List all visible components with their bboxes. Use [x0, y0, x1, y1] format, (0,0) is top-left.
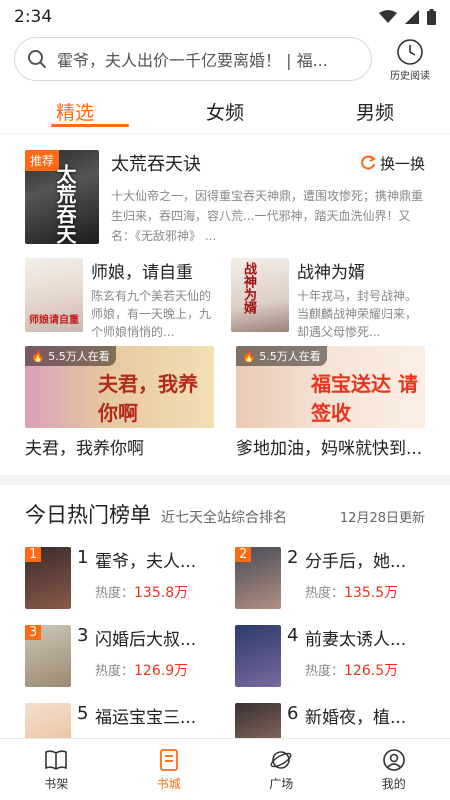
hot-list-subtitle: 近七天全站综合排名: [161, 510, 287, 526]
rank-number: 3: [77, 625, 89, 646]
nav-label: 书城: [156, 776, 181, 791]
nav-label: 我的: [381, 776, 406, 791]
book-open-icon: [45, 749, 68, 770]
status-bar: 2:34: [0, 0, 450, 34]
nav-square[interactable]: 广场: [225, 739, 338, 800]
swap-button[interactable]: 换一换: [360, 153, 425, 174]
cover-art: 师娘请自重: [29, 315, 79, 326]
hot-list-title: 今日热门榜单: [25, 503, 151, 527]
book-title: 太荒吞天诀: [111, 154, 201, 175]
tab-male[interactable]: 男频: [300, 92, 450, 125]
rank-badge: 3: [25, 625, 42, 640]
nav-mine[interactable]: 我的: [338, 739, 450, 800]
swap-label: 换一换: [379, 154, 425, 173]
book-cover: 战神为婿: [231, 258, 289, 332]
bottom-nav: 书架 书城 广场 我的: [0, 738, 450, 800]
featured-section: 推荐 太荒吞天 太荒吞天诀 换一换 十大仙帝之一，因得重宝吞天神鼎，遭围攻惨死；…: [0, 150, 450, 459]
book-description: 陈玄有九个美若天仙的师娘，有一天晚上，九个师娘悄悄的...: [91, 289, 212, 339]
book-cover: 2: [235, 547, 281, 609]
heat-line: 热度：126.5万: [305, 663, 399, 679]
search-icon: [28, 50, 47, 69]
tab-female[interactable]: 女频: [150, 92, 300, 125]
hot-list-date: 12月28日更新: [339, 511, 425, 526]
book-title: 闪婚后大叔...: [95, 630, 197, 650]
user-icon: [382, 748, 405, 771]
search-placeholder: 霍爷，夫人出价一千亿要离婚！ | 福...: [57, 51, 328, 70]
recommend-book[interactable]: 推荐 太荒吞天 太荒吞天诀 换一换 十大仙帝之一，因得重宝吞天神鼎，遭围攻惨死；…: [25, 150, 425, 244]
nav-bookshelf[interactable]: 书架: [0, 739, 113, 800]
battery-icon: [427, 9, 436, 25]
history-label: 历史阅读: [390, 70, 430, 82]
heat-line: 热度：135.5万: [305, 585, 399, 601]
rank-badge: 1: [25, 547, 42, 562]
list-item[interactable]: 1 1 霍爷，夫人... 热度：135.8万: [25, 547, 215, 609]
planet-icon: [270, 750, 292, 769]
book-title: 师娘，请自重: [91, 263, 193, 283]
heat-value: 126.5万: [344, 663, 399, 679]
book-title: 霍爷，夫人...: [95, 552, 197, 572]
tab-featured[interactable]: 精选: [0, 92, 150, 125]
section-divider: [0, 475, 450, 485]
heat-value: 135.5万: [344, 585, 399, 601]
status-icons: [379, 9, 436, 25]
book-description: 十大仙帝之一，因得重宝吞天神鼎，遭围攻惨死；携神鼎重生归来，吞四海，容八荒...…: [111, 189, 424, 243]
tab-indicator: [51, 124, 129, 127]
recommend-info: 太荒吞天诀 换一换 十大仙帝之一，因得重宝吞天神鼎，遭围攻惨死；携神鼎重生归来，…: [111, 150, 425, 244]
watching-badge: 🔥 5.5万人在看: [25, 346, 116, 366]
heat-value: 135.8万: [134, 585, 189, 601]
banner-row: 🔥 5.5万人在看 夫君，我养你啊 夫君，我养你啊 🔥 5.5万人在看 福宝送达…: [25, 346, 425, 459]
search-input[interactable]: 霍爷，夫人出价一千亿要离婚！ | 福...: [14, 37, 372, 81]
search-row: 霍爷，夫人出价一千亿要离婚！ | 福... 历史阅读: [0, 34, 450, 84]
clock-icon: [397, 38, 423, 65]
book-cover: 1: [25, 547, 71, 609]
book-pair: 师娘请自重 师娘，请自重 陈玄有九个美若天仙的师娘，有一天晚上，九个师娘悄悄的.…: [25, 258, 425, 339]
cover-art: 战神为婿: [241, 262, 256, 314]
list-item[interactable]: 4 4 前妻太诱人... 热度：126.5万: [235, 625, 425, 687]
banner-title: 夫君，我养你啊: [25, 439, 144, 459]
book-cover: 3: [25, 625, 71, 687]
rank-number: 1: [77, 547, 89, 568]
book-title: 福运宝宝三...: [95, 708, 197, 728]
banner-image: 🔥 5.5万人在看 福宝送达 请签收: [236, 346, 425, 428]
nav-label: 广场: [269, 776, 294, 791]
banner-art: 夫君，我养你啊: [98, 372, 198, 425]
nav-label: 书架: [44, 776, 69, 791]
banner-title: 爹地加油，妈咪就快到...: [236, 439, 423, 459]
cover-art: 太荒吞天: [53, 164, 77, 244]
hot-list: 1 1 霍爷，夫人... 热度：135.8万 2 2 分手后，她... 热度：135…: [0, 547, 450, 765]
book-cover: 4: [235, 625, 281, 687]
heat-line: 热度：135.8万: [95, 585, 189, 601]
history-button[interactable]: 历史阅读: [384, 37, 436, 82]
banner-item[interactable]: 🔥 5.5万人在看 夫君，我养你啊 夫君，我养你啊: [25, 346, 214, 459]
refresh-icon: [361, 155, 376, 170]
book-title: 前妻太诱人...: [305, 630, 407, 650]
book-cover: 师娘请自重: [25, 258, 83, 332]
wifi-icon: [379, 10, 397, 23]
nav-bookstore[interactable]: 书城: [113, 739, 226, 800]
hot-list-header: 今日热门榜单 近七天全站综合排名 12月28日更新: [0, 499, 450, 529]
rank-number: 2: [287, 547, 299, 568]
store-book-icon: [159, 748, 178, 771]
list-item[interactable]: 3 3 闪婚后大叔... 热度：126.9万: [25, 625, 215, 687]
signal-icon: [405, 10, 419, 24]
rank-number: 4: [287, 625, 299, 646]
rank-badge: 2: [235, 547, 252, 562]
banner-art: 福宝送达 请签收: [311, 372, 418, 425]
banner-image: 🔥 5.5万人在看 夫君，我养你啊: [25, 346, 214, 428]
list-item[interactable]: 2 2 分手后，她... 热度：135.5万: [235, 547, 425, 609]
heat-value: 126.9万: [134, 663, 189, 679]
book-item[interactable]: 战神为婿 战神为婿 十年戎马，封号战神。当麒麟战神荣耀归来，却遇父母惨死...: [231, 258, 425, 339]
banner-item[interactable]: 🔥 5.5万人在看 福宝送达 请签收 爹地加油，妈咪就快到...: [236, 346, 425, 459]
book-description: 十年戎马，封号战神。当麒麟战神荣耀归来，却遇父母惨死...: [297, 289, 418, 339]
category-tabs: 精选 女频 男频: [0, 84, 450, 134]
book-cover: 推荐 太荒吞天: [25, 150, 99, 244]
book-item[interactable]: 师娘请自重 师娘，请自重 陈玄有九个美若天仙的师娘，有一天晚上，九个师娘悄悄的.…: [25, 258, 219, 339]
book-title: 新婚夜，植...: [305, 708, 407, 728]
book-title: 分手后，她...: [305, 552, 407, 572]
book-title: 战神为婿: [297, 263, 365, 283]
watching-badge: 🔥 5.5万人在看: [236, 346, 327, 366]
heat-line: 热度：126.9万: [95, 663, 189, 679]
status-time: 2:34: [14, 7, 53, 27]
